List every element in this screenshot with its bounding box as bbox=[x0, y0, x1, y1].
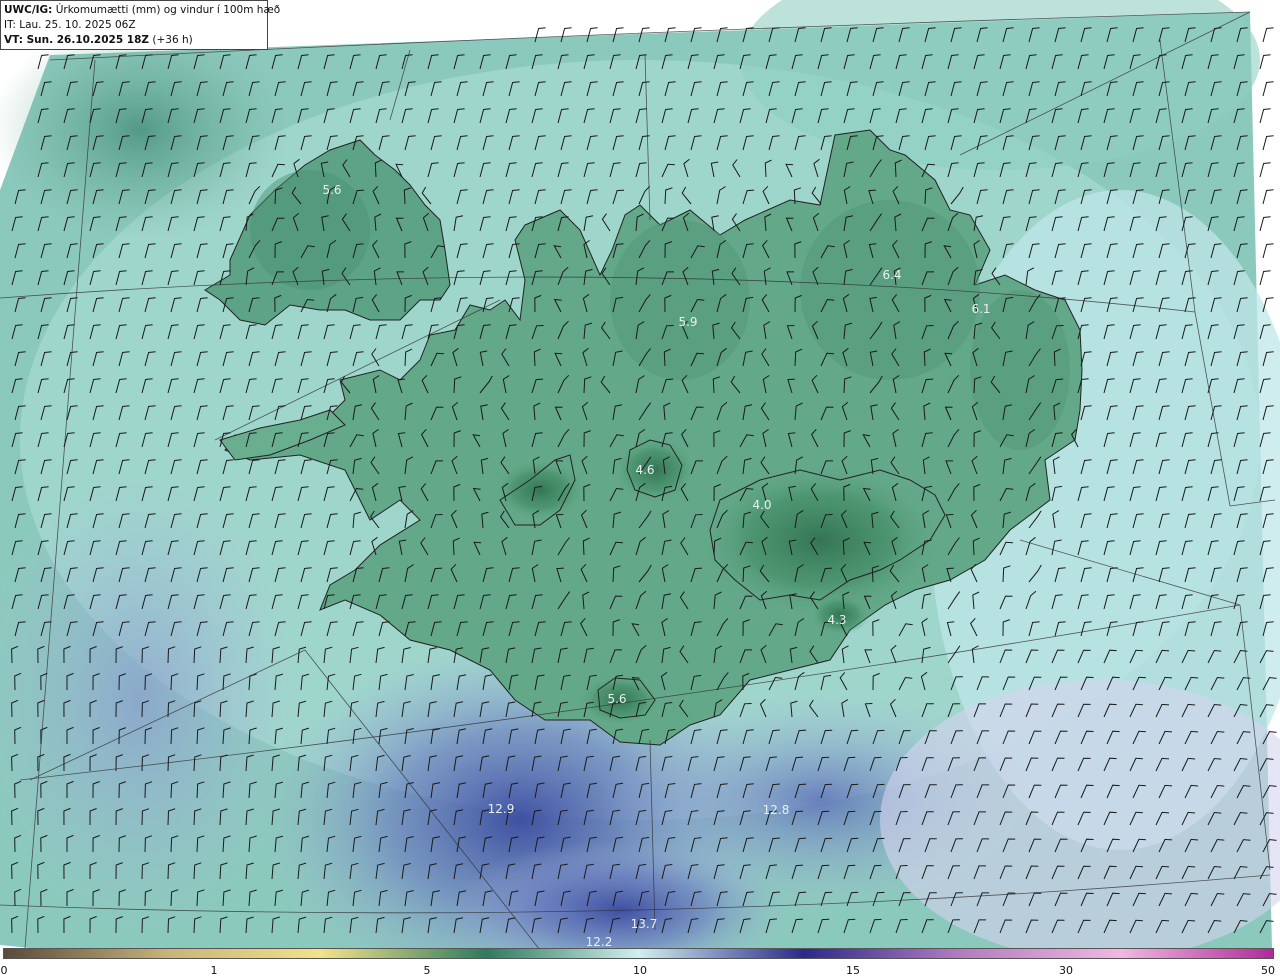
valid-time-line: VT: Sun. 26.10.2025 18Z (+36 h) bbox=[4, 33, 264, 48]
wind-barb bbox=[1259, 216, 1271, 232]
value-label: 12.9 bbox=[487, 802, 515, 816]
colorbar-tick: 15 bbox=[846, 964, 860, 977]
value-label: 4.6 bbox=[635, 463, 655, 477]
weather-map: UWC/IG: Úrkomumætti (mm) og vindur í 100… bbox=[0, 0, 1280, 948]
map-header: UWC/IG: Úrkomumætti (mm) og vindur í 100… bbox=[0, 0, 280, 50]
colorbar: 0 1 5 10 15 30 50 bbox=[0, 948, 1280, 978]
value-label: 13.7 bbox=[630, 917, 658, 931]
value-label: 6.4 bbox=[882, 268, 902, 282]
value-label: 4.0 bbox=[752, 498, 772, 512]
wind-barb bbox=[1262, 135, 1274, 151]
wind-barb bbox=[1259, 162, 1271, 178]
colorbar-tick: 50 bbox=[1261, 964, 1275, 977]
value-label: 5.9 bbox=[678, 315, 698, 329]
wind-barb bbox=[1259, 54, 1271, 70]
value-label: 12.2 bbox=[585, 935, 613, 948]
colorbar-tick: 10 bbox=[633, 964, 647, 977]
colorbar-tick: 0 bbox=[0, 964, 8, 977]
model-name: UWC/IG: bbox=[4, 4, 53, 16]
issue-time: IT: Lau. 25. 10. 2025 06Z bbox=[4, 19, 136, 31]
wind-barb bbox=[1262, 27, 1274, 43]
value-label: 5.6 bbox=[607, 692, 627, 706]
wind-barb bbox=[1259, 270, 1271, 286]
wind-barb bbox=[1262, 189, 1274, 205]
title-line: UWC/IG: Úrkomumætti (mm) og vindur í 100… bbox=[4, 3, 280, 18]
colorbar-tick: 1 bbox=[210, 964, 218, 977]
forecast-hour: (+36 h) bbox=[152, 34, 193, 46]
colorbar-gradient bbox=[3, 948, 1274, 959]
title-text: Úrkomumætti (mm) og vindur í 100m hæð bbox=[55, 4, 281, 16]
value-label: 5.6 bbox=[322, 183, 342, 197]
value-label: 12.8 bbox=[762, 803, 790, 817]
wind-barb bbox=[1262, 81, 1274, 97]
valid-time: VT: Sun. 26.10.2025 18Z bbox=[4, 34, 150, 46]
value-label: 6.1 bbox=[971, 302, 991, 316]
colorbar-tick: 30 bbox=[1059, 964, 1073, 977]
colorbar-tick: 5 bbox=[423, 964, 431, 977]
wind-barb bbox=[1259, 108, 1271, 124]
wind-barb bbox=[1262, 243, 1274, 259]
value-label: 4.3 bbox=[827, 613, 847, 627]
